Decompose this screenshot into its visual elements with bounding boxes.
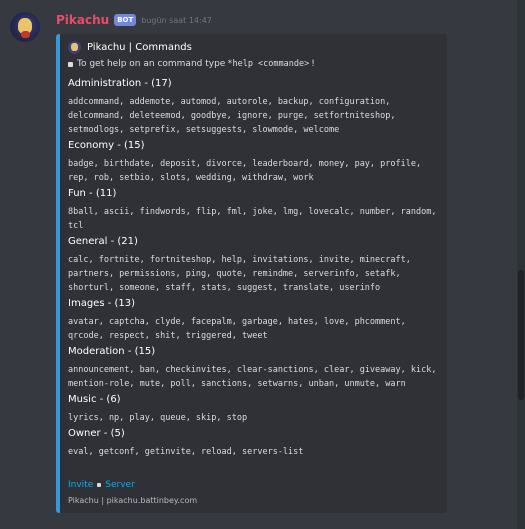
separator-icon xyxy=(97,483,102,487)
field-name-images: Images - (13) xyxy=(68,298,136,309)
field-value-music: lyrics, np, play, queue, skip, stop xyxy=(68,413,248,423)
field-name-economy: Economy - (15) xyxy=(68,140,145,151)
invite-link[interactable]: Invite xyxy=(68,480,93,490)
description-prefix: To get help on an command type xyxy=(77,59,226,69)
embed-description: To get help on an command type *help <co… xyxy=(68,59,315,69)
scrollbar-thumb[interactable] xyxy=(518,270,524,400)
field-name-general: General - (21) xyxy=(68,236,138,247)
embed-footer: Pikachu | pikachu.battinbey.com xyxy=(68,496,198,505)
description-code: *help <commande> xyxy=(227,59,310,69)
field-value-fun: 8ball, ascii, findwords, flip, fml, joke… xyxy=(68,207,442,231)
description-suffix: ! xyxy=(311,59,315,69)
embed-links: Invite Server xyxy=(68,480,135,490)
field-name-music: Music - (6) xyxy=(68,394,121,405)
scrollbar[interactable] xyxy=(517,0,525,529)
bullet-icon xyxy=(68,61,73,67)
field-name-fun: Fun - (11) xyxy=(68,188,117,199)
author-avatar-icon xyxy=(68,41,81,54)
avatar[interactable] xyxy=(10,12,40,42)
field-name-moderation: Moderation - (15) xyxy=(68,346,156,357)
field-value-images: avatar, captcha, clyde, facepalm, garbag… xyxy=(68,317,411,341)
field-value-economy: badge, birthdate, deposit, divorce, lead… xyxy=(68,159,427,183)
embed-author-name: Pikachu | Commands xyxy=(87,42,192,53)
embed-author: Pikachu | Commands xyxy=(68,41,192,54)
field-value-moderation: announcement, ban, checkinvites, clear-s… xyxy=(68,365,442,389)
field-value-administration: addcommand, addemote, automod, autorole,… xyxy=(68,97,401,135)
embed-fields: Administration - (17) addcommand, addemo… xyxy=(68,78,443,462)
message-header: Pikachu BOT bugün saat 14:47 xyxy=(56,12,212,28)
username[interactable]: Pikachu xyxy=(56,13,109,27)
bot-badge: BOT xyxy=(114,14,137,26)
timestamp: bugün saat 14:47 xyxy=(141,15,212,25)
field-value-general: calc, fortnite, fortniteshop, help, invi… xyxy=(68,255,416,293)
field-name-owner: Owner - (5) xyxy=(68,428,125,439)
server-link[interactable]: Server xyxy=(105,480,135,490)
field-value-owner: eval, getconf, getinvite, reload, server… xyxy=(68,447,304,457)
field-name-administration: Administration - (17) xyxy=(68,78,172,89)
embed: Pikachu | Commands To get help on an com… xyxy=(56,34,447,513)
